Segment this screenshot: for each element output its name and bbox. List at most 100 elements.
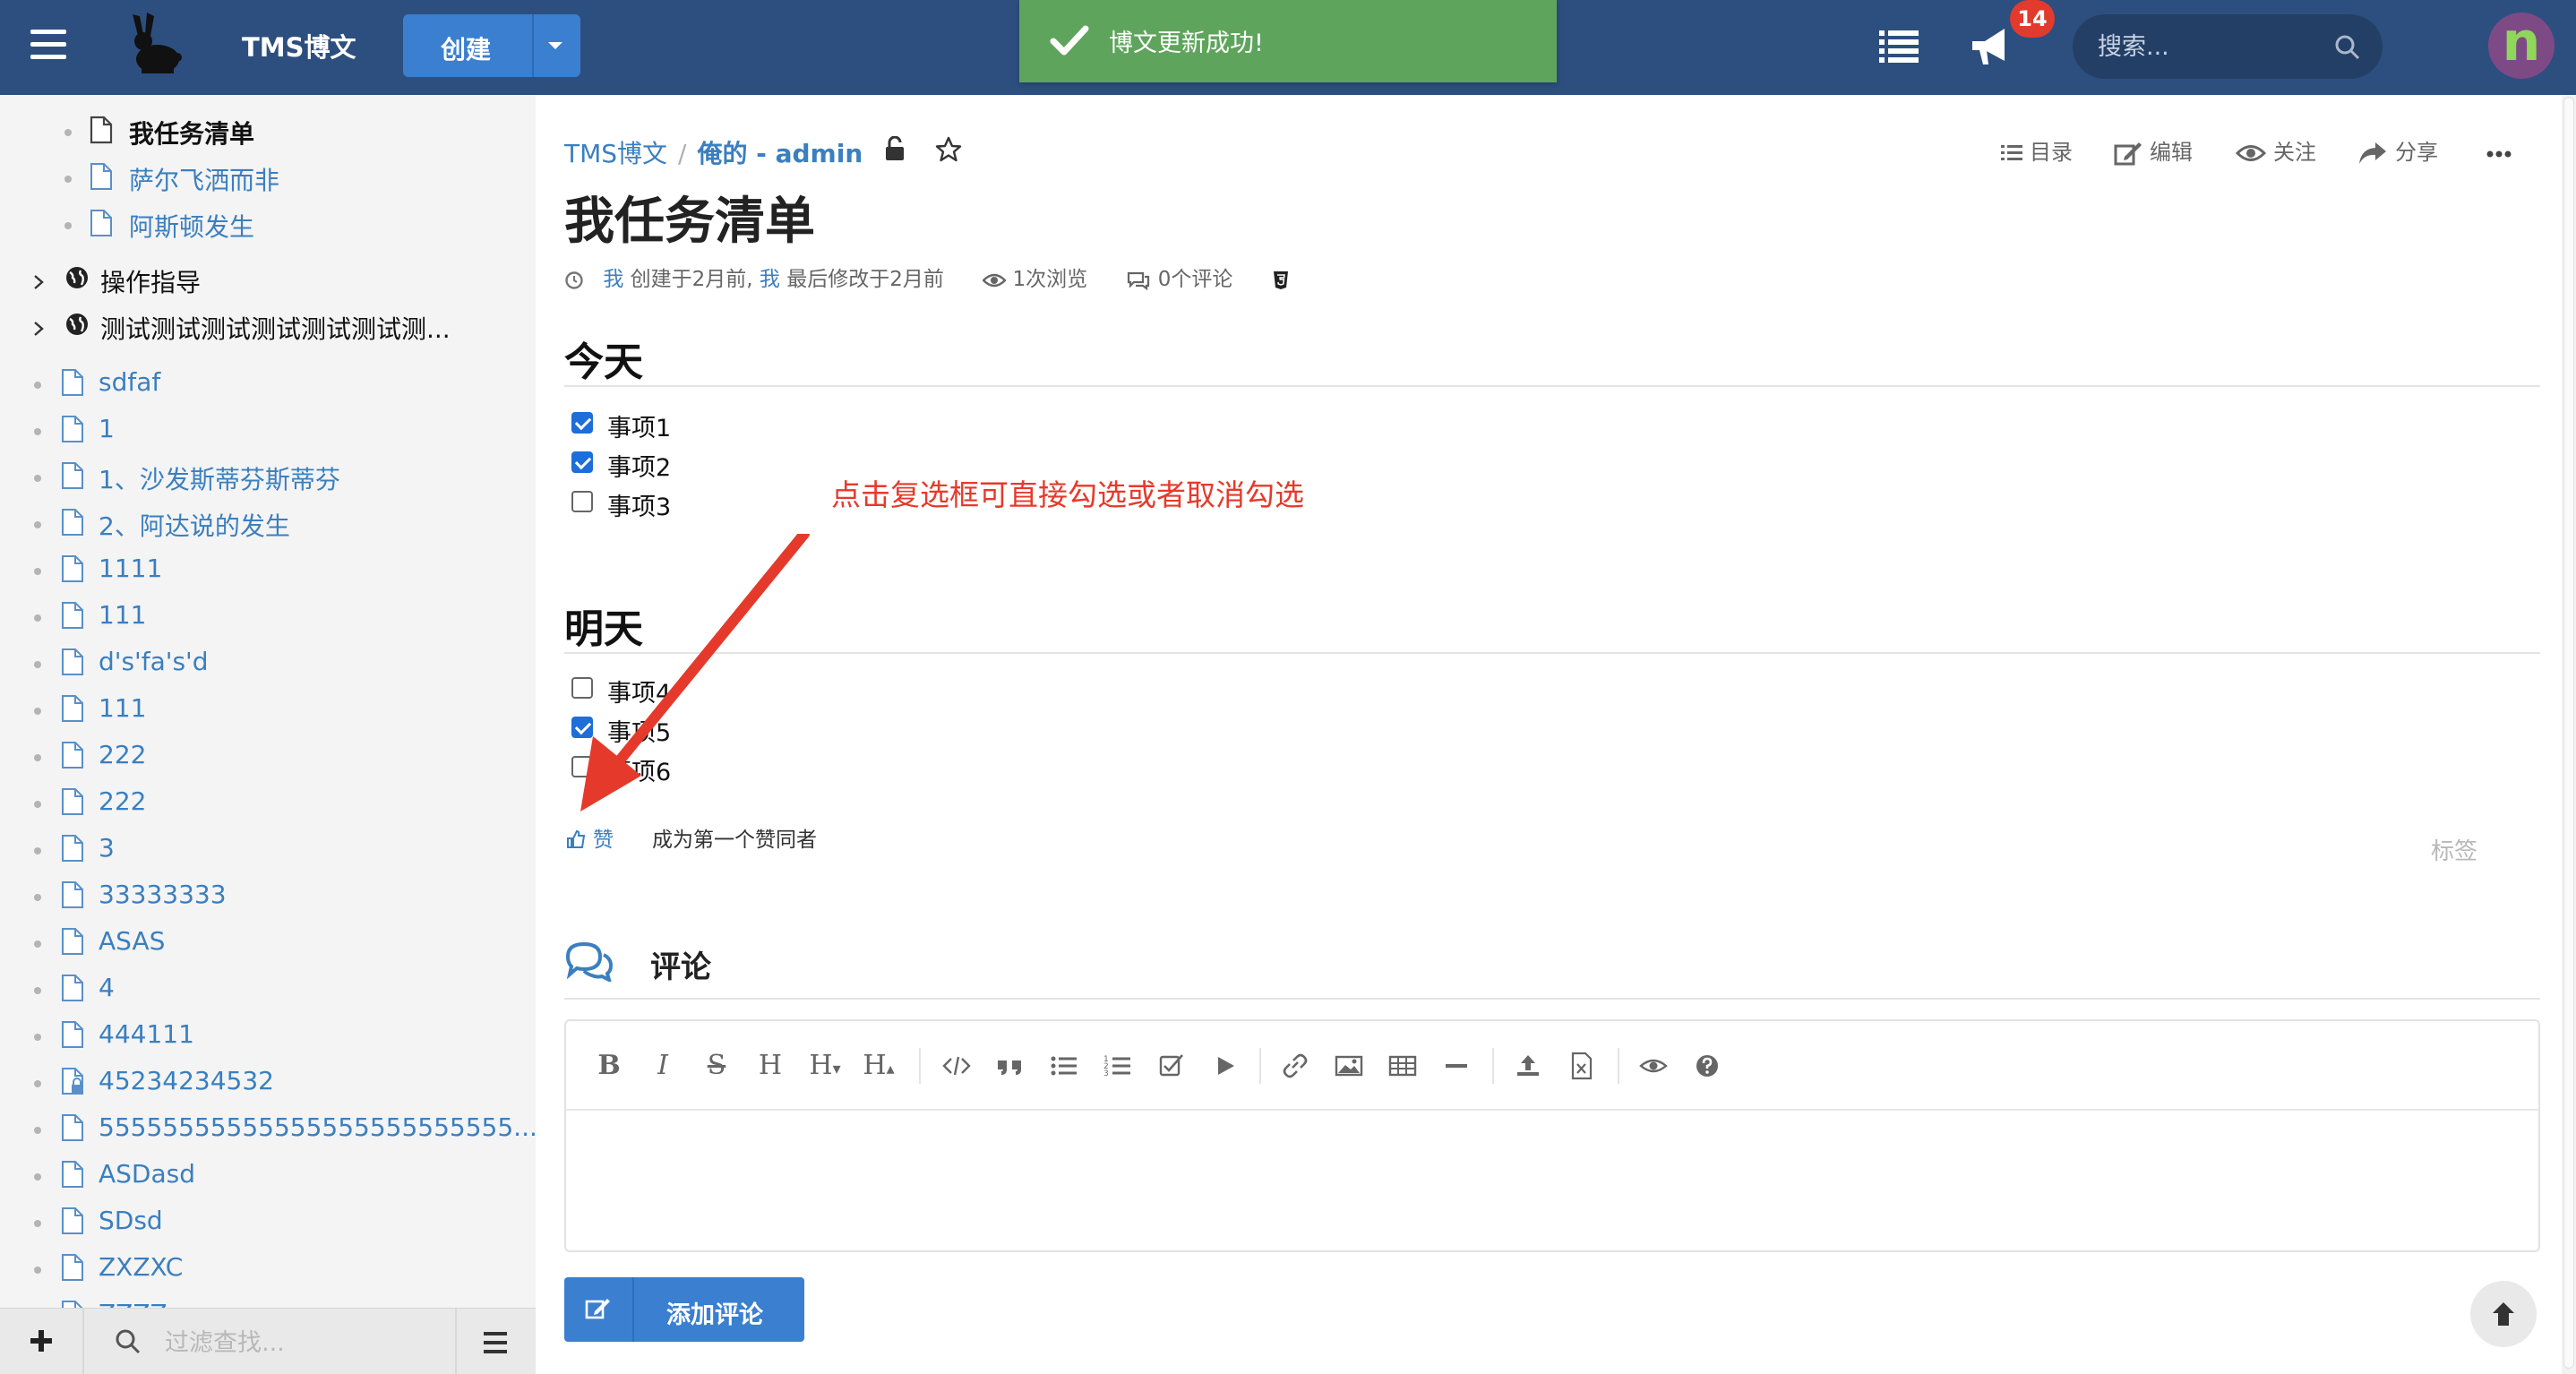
add-comment-button[interactable]: 添加评论	[564, 1277, 804, 1342]
sidebar-item[interactable]: 55555555555555555555555555...	[0, 1109, 536, 1150]
create-dropdown-caret-icon[interactable]	[548, 42, 562, 49]
strikethrough-icon[interactable]: S	[700, 1048, 733, 1084]
checklist-icon[interactable]	[1155, 1048, 1188, 1084]
excel-file-icon[interactable]	[1566, 1048, 1598, 1084]
search-box[interactable]	[2073, 14, 2383, 79]
menu-icon[interactable]	[30, 30, 66, 62]
sidebar-item[interactable]: 4	[0, 969, 536, 1010]
image-icon[interactable]	[1333, 1048, 1365, 1084]
notification-badge[interactable]: 14	[2010, 0, 2055, 38]
sidebar-item[interactable]: 111	[0, 690, 536, 731]
bullet	[34, 708, 41, 715]
sidebar-item[interactable]: 444111	[0, 1016, 536, 1057]
heading-icon[interactable]: H	[754, 1048, 786, 1084]
sidebar-item[interactable]: 222	[0, 736, 536, 777]
toolbar-divider	[919, 1048, 921, 1084]
document-icon	[90, 209, 113, 237]
back-to-top-button[interactable]	[2470, 1281, 2537, 1347]
heading-smaller-icon[interactable]: H▾	[803, 1048, 847, 1084]
like-button[interactable]: 赞	[566, 822, 614, 853]
breadcrumb-root[interactable]: TMS博文	[564, 139, 667, 168]
watch-button[interactable]: 关注	[2235, 134, 2316, 166]
horizontal-rule-icon[interactable]	[1440, 1048, 1473, 1084]
sidebar-item[interactable]: 33333333	[0, 876, 536, 917]
share-label: 分享	[2395, 140, 2438, 165]
comments-count: 0个评论	[1157, 268, 1233, 291]
scrollbar-thumb[interactable]	[2563, 97, 2574, 1369]
bold-icon[interactable]: B	[593, 1048, 625, 1084]
bullet	[34, 987, 41, 994]
chevron-right-icon[interactable]	[29, 315, 48, 336]
sidebar-item[interactable]: 1	[0, 410, 536, 451]
edit-button[interactable]: 编辑	[2114, 134, 2193, 166]
tags-label[interactable]: 标签	[2431, 833, 2477, 866]
rabbit-logo-icon[interactable]	[125, 13, 188, 79]
toc-button[interactable]: 目录	[2001, 134, 2073, 166]
sidebar-item[interactable]: 萨尔飞洒而非	[0, 158, 536, 199]
share-button[interactable]: 分享	[2357, 134, 2438, 166]
heading-bigger-icon[interactable]: H▴	[856, 1048, 901, 1084]
page-scrollbar[interactable]	[2562, 95, 2576, 1374]
list-view-icon[interactable]	[1879, 29, 1919, 63]
bullet	[34, 1127, 41, 1134]
filter-input[interactable]	[165, 1325, 434, 1361]
task-checkbox[interactable]	[571, 491, 593, 512]
code-icon[interactable]	[940, 1048, 973, 1084]
sidebar-item[interactable]: 111	[0, 597, 536, 638]
upload-icon[interactable]	[1512, 1048, 1544, 1084]
play-icon[interactable]	[1209, 1048, 1241, 1084]
unlock-icon[interactable]	[885, 136, 905, 161]
preview-eye-icon[interactable]	[1637, 1048, 1670, 1084]
sidebar-item[interactable]: ASDasd	[0, 1155, 536, 1197]
sidebar-item[interactable]: 1111	[0, 550, 536, 591]
task-checkbox[interactable]	[571, 412, 593, 434]
avatar[interactable]: n	[2488, 13, 2555, 79]
sidebar-item[interactable]: SDsd	[0, 1202, 536, 1243]
sidebar-item[interactable]: ZXZXC	[0, 1249, 536, 1290]
document-icon	[61, 1113, 84, 1142]
chevron-right-icon[interactable]	[29, 269, 48, 289]
sidebar-item[interactable]: ASAS	[0, 923, 536, 964]
sidebar-item[interactable]: 阿斯顿发生	[0, 204, 536, 245]
sidebar-folder[interactable]: 操作指导	[0, 260, 536, 301]
task-checkbox[interactable]	[571, 451, 593, 473]
sidebar-item[interactable]: sdfaf	[0, 364, 536, 405]
sidebar-item[interactable]: 3	[0, 829, 536, 871]
search-icon[interactable]	[2334, 34, 2361, 61]
comment-textarea[interactable]	[566, 1112, 2538, 1250]
sidebar-item[interactable]: 1、沙发斯蒂芬斯蒂芬	[0, 457, 536, 498]
sidebar-folder[interactable]: 测试测试测试测试测试测试测...	[0, 306, 536, 348]
quote-icon[interactable]	[994, 1048, 1026, 1084]
bullet	[34, 1220, 41, 1227]
author-link[interactable]: 我	[603, 268, 623, 291]
modifier-link[interactable]: 我	[760, 268, 780, 291]
italic-icon[interactable]: I	[647, 1048, 679, 1084]
document-icon	[61, 1253, 84, 1282]
sidebar-item[interactable]: 222	[0, 783, 536, 824]
sidebar-item[interactable]: 我任务清单	[0, 111, 536, 152]
unordered-list-icon[interactable]	[1048, 1048, 1080, 1084]
sidebar-item-label: 3	[99, 833, 115, 863]
search-input[interactable]	[2098, 29, 2322, 64]
document-icon	[61, 787, 84, 816]
ordered-list-icon[interactable]: 123	[1102, 1048, 1134, 1084]
sidebar-item-label: 45234234532	[99, 1066, 274, 1095]
brand-title[interactable]: TMS博文	[242, 27, 356, 64]
sidebar-menu-icon[interactable]	[484, 1332, 507, 1353]
megaphone-icon[interactable]	[1969, 25, 2015, 68]
star-icon[interactable]	[935, 136, 962, 163]
table-icon[interactable]	[1387, 1048, 1419, 1084]
toolbar-divider	[1618, 1048, 1619, 1084]
sidebar-item-label: 111	[99, 693, 147, 723]
sidebar-item[interactable]: d's'fa's'd	[0, 643, 536, 684]
link-icon[interactable]	[1279, 1048, 1311, 1084]
sidebar-item[interactable]: 2、阿达说的发生	[0, 503, 536, 545]
add-icon[interactable]	[27, 1327, 56, 1355]
more-icon[interactable]	[2486, 150, 2512, 158]
html5-icon[interactable]	[1272, 270, 1290, 291]
help-icon[interactable]	[1691, 1048, 1723, 1084]
globe-icon	[64, 265, 90, 290]
sidebar-item-label: 阿斯顿发生	[129, 212, 255, 242]
breadcrumb-space[interactable]: 俺的 - admin	[697, 139, 863, 168]
sidebar-item[interactable]: 45234234532	[0, 1062, 536, 1103]
